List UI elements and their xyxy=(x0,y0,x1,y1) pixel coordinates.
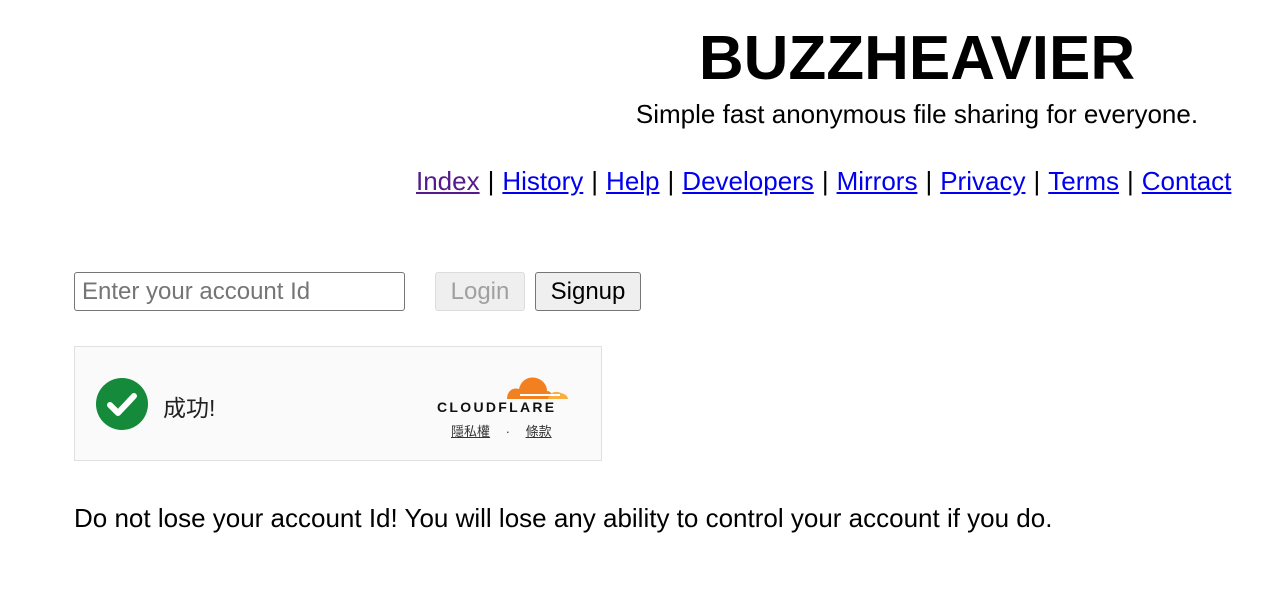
nav-developers[interactable]: Developers xyxy=(682,166,814,196)
captcha-terms-link[interactable]: 條款 xyxy=(526,424,552,439)
nav-separator: | xyxy=(821,166,829,196)
cloudflare-brand: CLOUDFLARE xyxy=(437,399,557,415)
nav-index[interactable]: Index xyxy=(416,166,480,196)
nav-mirrors[interactable]: Mirrors xyxy=(837,166,918,196)
success-check-icon xyxy=(96,378,148,430)
captcha-status: 成功! xyxy=(163,395,216,421)
nav-bar: Index | History | Help | Developers | Mirrors | Pr… xyxy=(416,164,1280,198)
site-subtitle: Simple fast anonymous file sharing for e… xyxy=(635,99,1199,129)
nav-separator: | xyxy=(1033,166,1041,196)
captcha-links: 隱私權 · 條款 xyxy=(451,421,552,440)
account-id-input[interactable] xyxy=(74,272,405,311)
captcha-privacy-link[interactable]: 隱私權 xyxy=(451,424,490,439)
nav-separator: | xyxy=(667,166,675,196)
nav-separator: | xyxy=(487,166,495,196)
nav-terms[interactable]: Terms xyxy=(1048,166,1119,196)
link-separator: · xyxy=(505,424,510,439)
nav-contact[interactable]: Contact xyxy=(1142,166,1232,196)
signup-button[interactable]: Signup xyxy=(535,272,641,311)
nav-history[interactable]: History xyxy=(502,166,583,196)
login-button[interactable]: Login xyxy=(435,272,525,311)
account-warning: Do not lose your account Id! You will lo… xyxy=(74,503,1053,533)
cloudflare-turnstile-widget: 成功! CLOUDFLARE 隱私權 · 條款 xyxy=(74,346,602,461)
nav-privacy[interactable]: Privacy xyxy=(940,166,1025,196)
nav-separator: | xyxy=(1127,166,1134,196)
nav-separator: | xyxy=(925,166,933,196)
site-title: BUZZHEAVIER xyxy=(698,24,1136,93)
nav-help[interactable]: Help xyxy=(606,166,659,196)
nav-separator: | xyxy=(591,166,599,196)
